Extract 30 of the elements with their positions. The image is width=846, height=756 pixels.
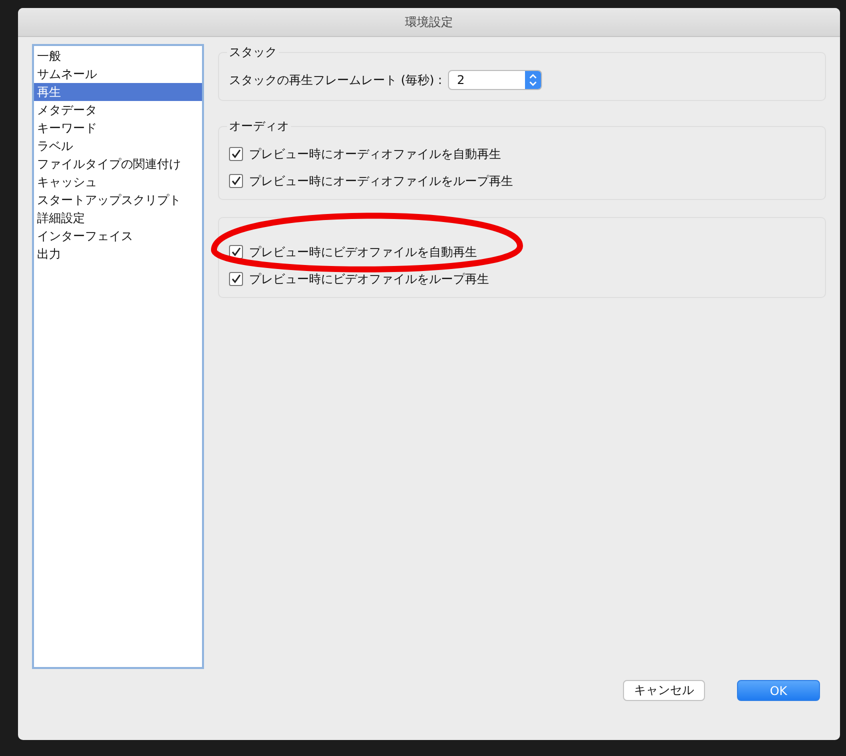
checkbox-label: プレビュー時にオーディオファイルをループ再生 (249, 172, 513, 190)
checkbox[interactable] (229, 272, 243, 286)
check-icon (231, 274, 241, 284)
category-item[interactable]: サムネール (34, 65, 202, 83)
checkbox-label: プレビュー時にビデオファイルをループ再生 (249, 270, 489, 288)
category-item[interactable]: 再生 (34, 83, 202, 101)
category-item[interactable]: 一般 (34, 47, 202, 65)
category-item[interactable]: インターフェイス (34, 227, 202, 245)
category-item[interactable]: ラベル (34, 137, 202, 155)
checkbox[interactable] (229, 147, 243, 161)
check-icon (231, 176, 241, 186)
check-icon (231, 149, 241, 159)
group-title: オーディオ (228, 118, 290, 135)
category-item[interactable]: スタートアップスクリプト (34, 191, 202, 209)
cancel-button[interactable]: キャンセル (623, 680, 705, 701)
category-item[interactable]: キャッシュ (34, 173, 202, 191)
category-item[interactable]: 出力 (34, 245, 202, 263)
check-icon (231, 247, 241, 257)
category-item[interactable]: ファイルタイプの関連付け (34, 155, 202, 173)
checkbox-label: プレビュー時にオーディオファイルを自動再生 (249, 146, 501, 162)
select-label: スタックの再生フレームレート (毎秒) : (229, 72, 442, 88)
frame-rate-select[interactable]: 2 (448, 70, 542, 90)
stepper-icon (525, 71, 542, 89)
category-item[interactable]: 詳細設定 (34, 209, 202, 227)
category-item[interactable]: メタデータ (34, 101, 202, 119)
group-title: スタック (228, 44, 278, 61)
checkbox[interactable] (229, 174, 243, 188)
window-title: 環境設定 (405, 14, 453, 30)
category-item[interactable]: キーワード (34, 119, 202, 137)
checkbox-label: プレビュー時にビデオファイルを自動再生 (249, 244, 477, 260)
